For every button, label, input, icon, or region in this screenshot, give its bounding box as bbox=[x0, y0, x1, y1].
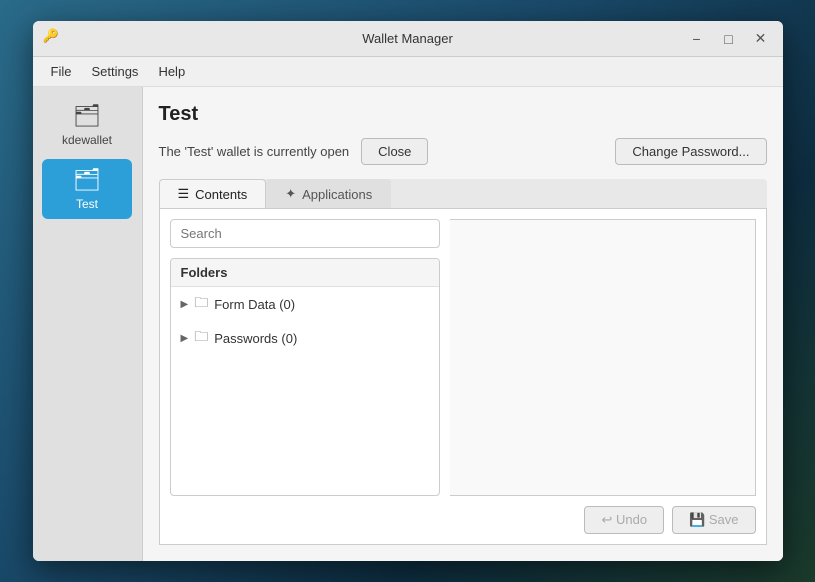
wallet-status-text: The 'Test' wallet is currently open bbox=[159, 144, 350, 159]
left-panel: Folders ▶ 🗀 Form Data (0) ▶ 🗀 Passwords … bbox=[170, 219, 450, 496]
folders-box: Folders ▶ 🗀 Form Data (0) ▶ 🗀 Passwords … bbox=[170, 258, 440, 496]
right-panel bbox=[450, 219, 756, 496]
sidebar-item-test[interactable]: 🗂 Test bbox=[42, 159, 132, 219]
menu-help[interactable]: Help bbox=[148, 61, 195, 82]
change-password-button[interactable]: Change Password... bbox=[615, 138, 766, 165]
chevron-right-icon-2: ▶ bbox=[181, 333, 189, 344]
undo-button[interactable]: ↩ Undo bbox=[584, 506, 664, 534]
search-input[interactable] bbox=[170, 219, 440, 248]
folder-label-form-data: Form Data (0) bbox=[214, 297, 295, 312]
tab-content: Folders ▶ 🗀 Form Data (0) ▶ 🗀 Passwords … bbox=[159, 209, 767, 545]
two-col-layout: Folders ▶ 🗀 Form Data (0) ▶ 🗀 Passwords … bbox=[170, 219, 756, 496]
save-icon: 💾 bbox=[689, 512, 705, 527]
menu-settings[interactable]: Settings bbox=[81, 61, 148, 82]
contents-tab-label: Contents bbox=[195, 187, 247, 202]
folder-icon-form-data: 🗀 bbox=[194, 292, 208, 316]
minimize-button[interactable]: − bbox=[683, 26, 711, 52]
main-area: 🗂 kdewallet 🗂 Test Test The 'Test' walle… bbox=[33, 87, 783, 561]
save-button[interactable]: 💾 Save bbox=[672, 506, 755, 534]
applications-tab-label: Applications bbox=[302, 187, 372, 202]
test-icon: 🗂 bbox=[73, 167, 101, 193]
window-title: Wallet Manager bbox=[362, 31, 453, 46]
tab-applications[interactable]: ✦ Applications bbox=[266, 179, 391, 208]
main-window: 🔑 Wallet Manager − □ ✕ File Settings Hel… bbox=[33, 21, 783, 561]
close-window-button[interactable]: ✕ bbox=[747, 26, 775, 52]
contents-tab-icon: ☰ bbox=[178, 186, 190, 202]
save-label: Save bbox=[709, 512, 739, 527]
sidebar: 🗂 kdewallet 🗂 Test bbox=[33, 87, 143, 561]
folder-item-form-data[interactable]: ▶ 🗀 Form Data (0) bbox=[171, 287, 439, 321]
sidebar-item-test-label: Test bbox=[76, 197, 98, 211]
folder-label-passwords: Passwords (0) bbox=[214, 331, 297, 346]
wallet-status-bar: The 'Test' wallet is currently open Clos… bbox=[159, 138, 767, 165]
applications-tab-icon: ✦ bbox=[285, 186, 296, 202]
titlebar: 🔑 Wallet Manager − □ ✕ bbox=[33, 21, 783, 57]
menubar: File Settings Help bbox=[33, 57, 783, 87]
bottom-bar: ↩ Undo 💾 Save bbox=[170, 496, 756, 534]
wallet-status-left: The 'Test' wallet is currently open Clos… bbox=[159, 138, 429, 165]
menu-file[interactable]: File bbox=[41, 61, 82, 82]
tab-contents[interactable]: ☰ Contents bbox=[159, 179, 267, 208]
chevron-right-icon: ▶ bbox=[181, 299, 189, 310]
app-logo: 🔑 bbox=[43, 28, 65, 50]
wallet-title: Test bbox=[159, 103, 767, 126]
tabs: ☰ Contents ✦ Applications bbox=[159, 179, 767, 209]
window-controls: − □ ✕ bbox=[683, 26, 775, 52]
folders-header: Folders bbox=[171, 259, 439, 287]
kdewallet-icon: 🗂 bbox=[73, 103, 101, 129]
folder-icon-passwords: 🗀 bbox=[194, 326, 208, 350]
undo-label: Undo bbox=[616, 512, 647, 527]
sidebar-item-kdewallet-label: kdewallet bbox=[62, 133, 112, 147]
folder-item-passwords[interactable]: ▶ 🗀 Passwords (0) bbox=[171, 321, 439, 355]
sidebar-item-kdewallet[interactable]: 🗂 kdewallet bbox=[42, 95, 132, 155]
maximize-button[interactable]: □ bbox=[715, 26, 743, 52]
content-area: Test The 'Test' wallet is currently open… bbox=[143, 87, 783, 561]
undo-icon: ↩ bbox=[601, 512, 612, 527]
close-wallet-button[interactable]: Close bbox=[361, 138, 428, 165]
